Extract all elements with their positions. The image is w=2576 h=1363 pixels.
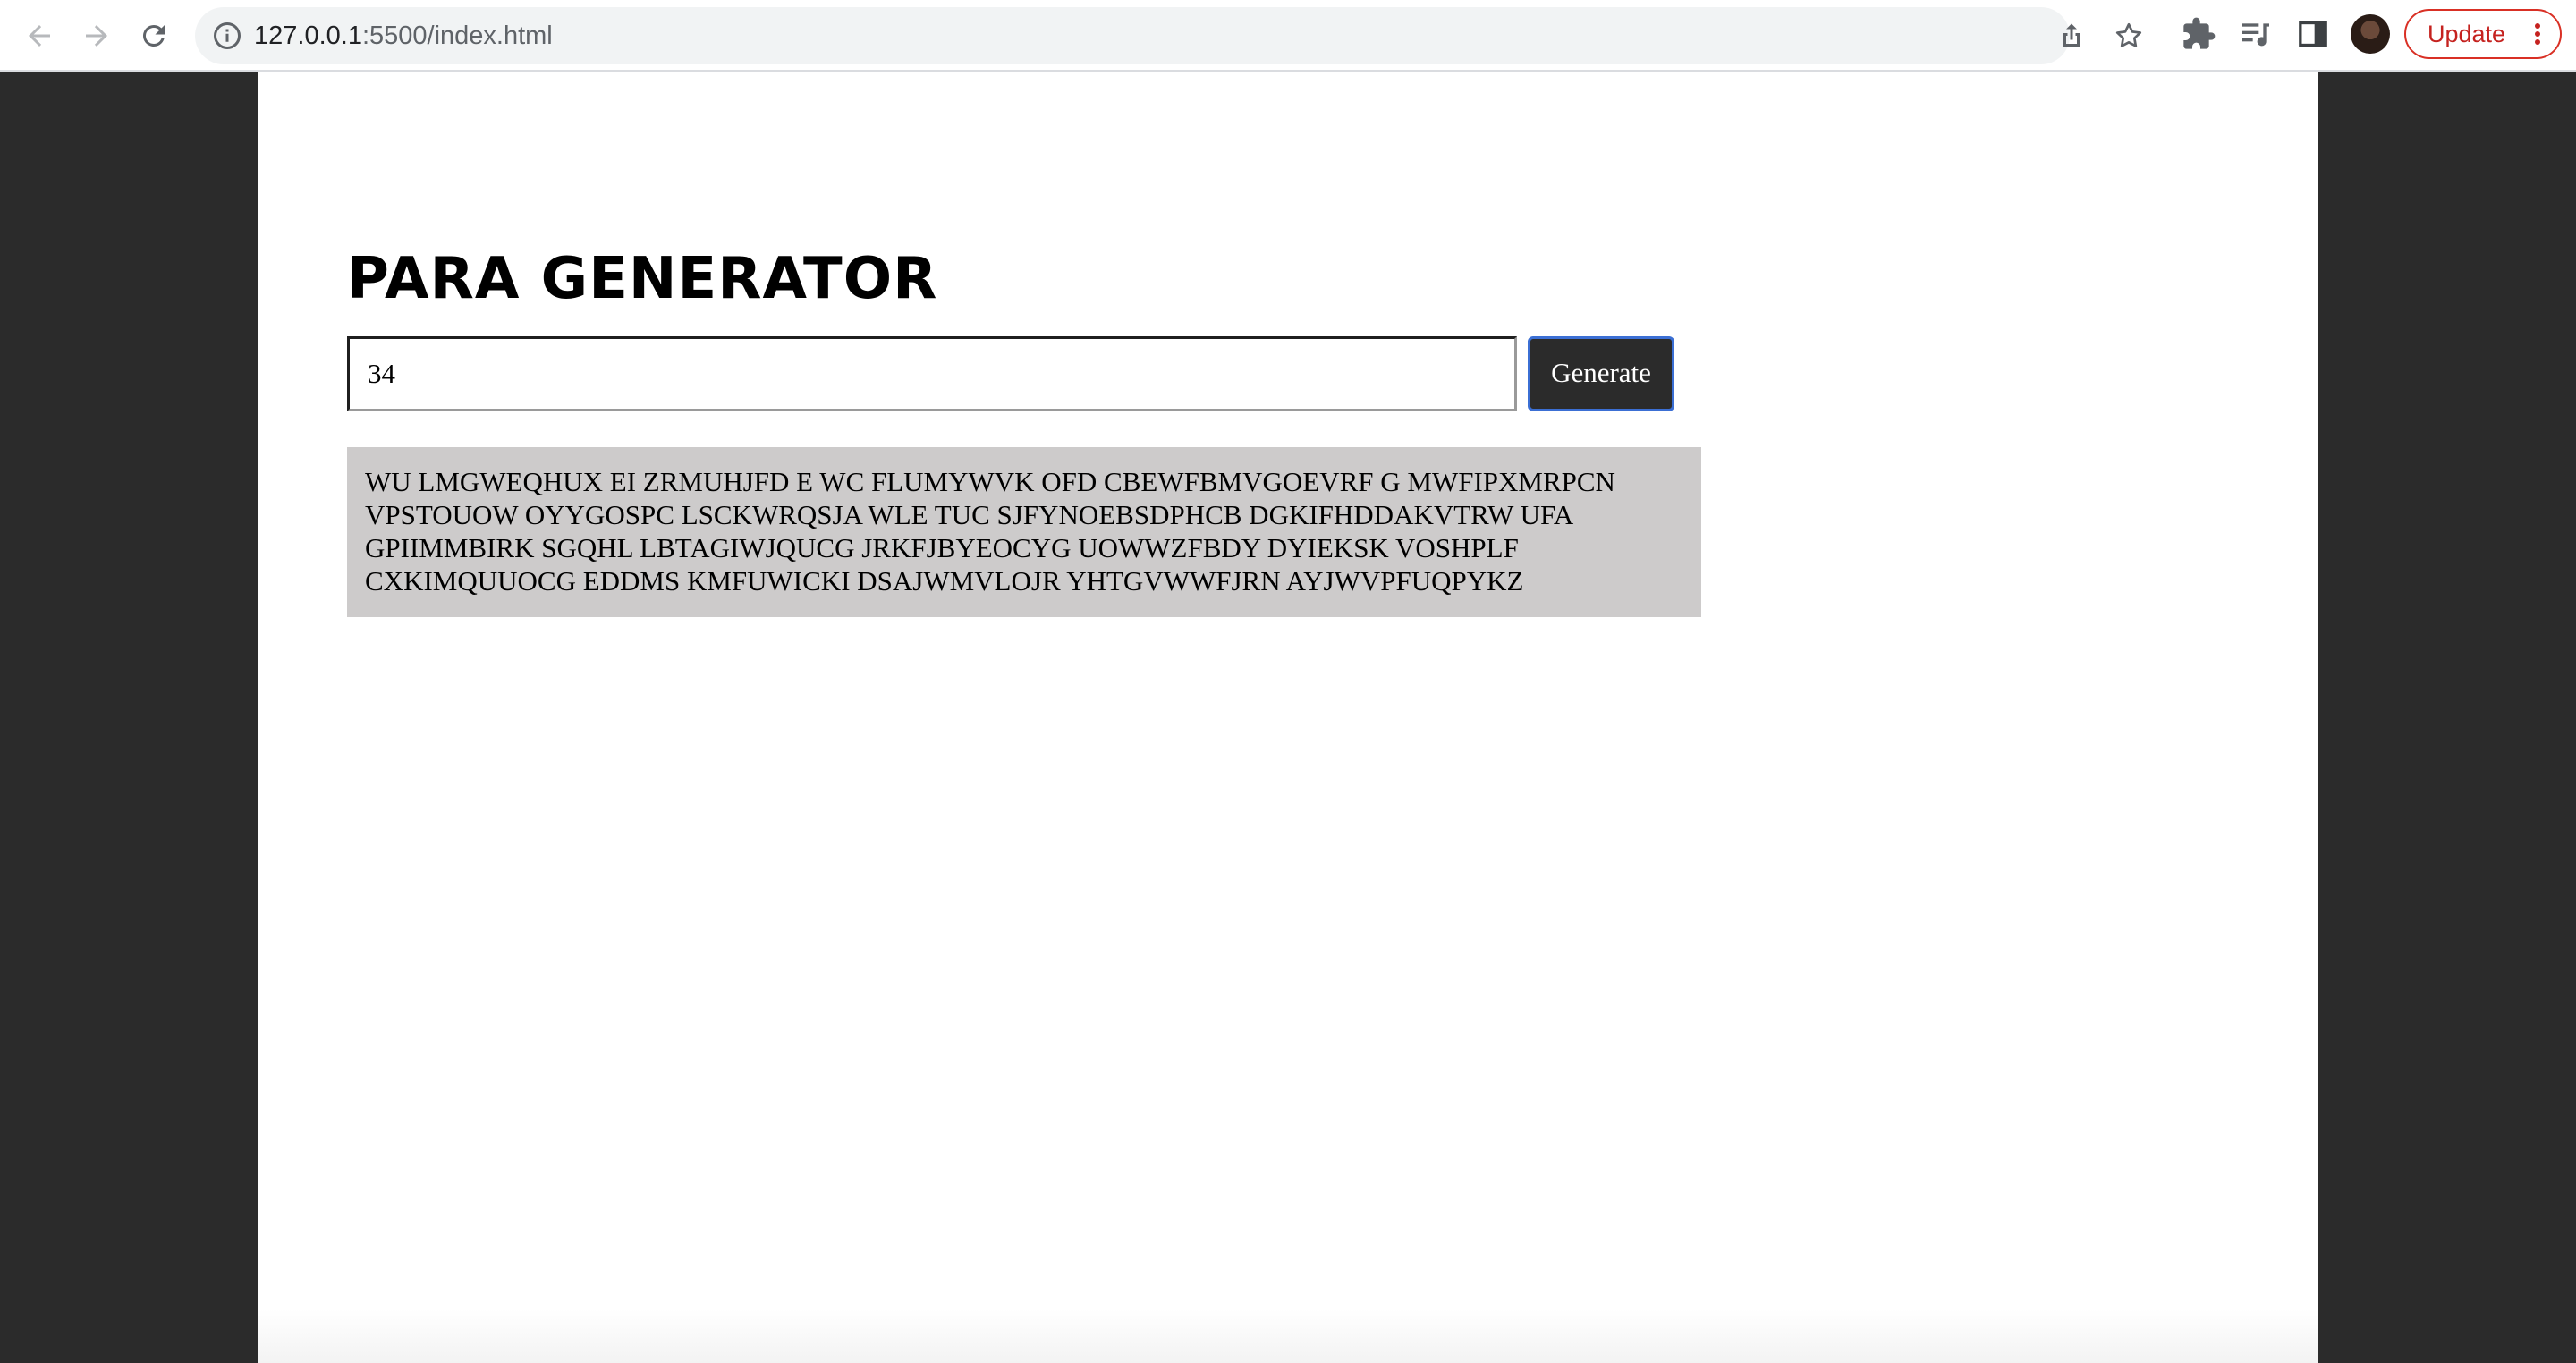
side-panel-icon[interactable] <box>2295 16 2331 52</box>
output-line: CXKIMQUUOCG EDDMS KMFUWICKI DSAJWMVLOJR … <box>365 565 1524 597</box>
reload-icon <box>142 24 165 47</box>
star-icon[interactable] <box>2113 20 2145 52</box>
info-icon[interactable] <box>211 20 243 52</box>
reading-list-icon[interactable] <box>2238 16 2274 52</box>
kebab-menu-icon <box>2535 23 2540 45</box>
browser-toolbar: 127.0.0.1:5500/index.html Update <box>0 0 2576 72</box>
page-viewport: PARA GENERATOR Generate WU LMGWEQHUX EI … <box>0 72 2576 1363</box>
output-line: GPIIMMBIRK SGQHL LBTAGIWJQUCG JRKFJBYEOC… <box>365 532 1519 563</box>
arrow-right-icon <box>86 25 107 47</box>
page-bottom-fade <box>258 1309 2318 1363</box>
update-button[interactable]: Update <box>2404 9 2562 59</box>
page-container: PARA GENERATOR Generate WU LMGWEQHUX EI … <box>258 72 2318 1363</box>
generated-text-output: WU LMGWEQHUX EI ZRMUHJFD E WC FLUMYWVK O… <box>347 447 1701 617</box>
puzzle-icon[interactable] <box>2181 16 2216 52</box>
url-host: 127.0.0.1 <box>254 21 362 50</box>
back-button[interactable] <box>16 13 63 59</box>
share-icon[interactable] <box>2055 20 2088 52</box>
arrow-left-icon <box>29 25 50 47</box>
address-bar[interactable]: 127.0.0.1:5500/index.html <box>195 7 2142 64</box>
output-line: VPSTOUOW OYYGOSPC LSCKWRQSJA WLE TUC SJF… <box>365 499 1574 530</box>
output-line: WU LMGWEQHUX EI ZRMUHJFD E WC FLUMYWVK O… <box>365 466 1615 497</box>
update-label: Update <box>2428 21 2506 47</box>
forward-button[interactable] <box>73 13 120 59</box>
avatar[interactable] <box>2351 14 2390 54</box>
url-path: :5500/index.html <box>361 21 553 50</box>
generate-button[interactable]: Generate <box>1528 336 1674 411</box>
url-text[interactable]: 127.0.0.1:5500/index.html <box>254 7 553 64</box>
reload-button[interactable] <box>131 13 177 59</box>
paragraph-count-input[interactable] <box>347 336 1517 411</box>
page-title: PARA GENERATOR <box>347 246 938 312</box>
